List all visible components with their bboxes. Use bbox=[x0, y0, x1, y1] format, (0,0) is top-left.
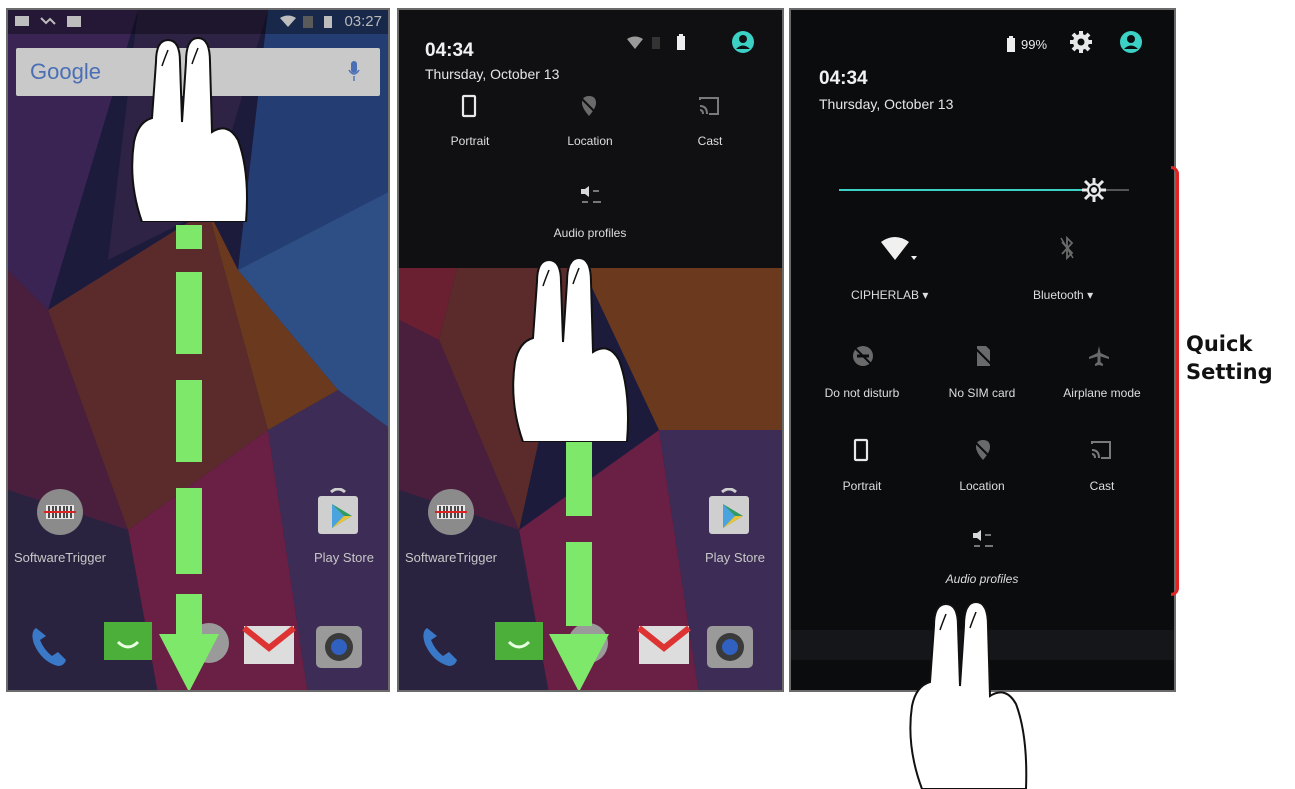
shade-date: Thursday, October 13 bbox=[425, 66, 560, 82]
wifi-icon bbox=[627, 36, 643, 49]
callout-line-1: Quick bbox=[1186, 332, 1253, 356]
phone-icon[interactable] bbox=[28, 622, 68, 670]
tile-label-cast: Cast bbox=[697, 134, 723, 148]
location-off-icon[interactable] bbox=[577, 94, 601, 118]
airplane-icon[interactable] bbox=[1087, 344, 1111, 368]
messaging-icon[interactable] bbox=[493, 620, 545, 666]
battery-icon bbox=[1007, 36, 1015, 52]
quick-setting-callout: Quick Setting bbox=[1186, 330, 1273, 386]
tile-label-portrait: Portrait bbox=[842, 479, 882, 493]
two-finger-swipe-hand-icon bbox=[512, 256, 629, 442]
cast-icon[interactable] bbox=[697, 94, 721, 118]
wifi-icon bbox=[280, 15, 296, 27]
wifi-network-label: CIPHERLAB bbox=[851, 288, 920, 302]
swipe-arrow-head bbox=[549, 634, 609, 690]
tile-label-location: Location bbox=[567, 134, 613, 148]
user-avatar-icon[interactable] bbox=[731, 30, 755, 54]
user-avatar-icon[interactable] bbox=[1119, 30, 1143, 54]
app-label-softwaretrigger: SoftwareTrigger bbox=[405, 550, 497, 565]
gmail-icon[interactable] bbox=[637, 624, 691, 666]
two-finger-swipe-hand-icon bbox=[131, 36, 248, 222]
location-off-icon[interactable] bbox=[971, 438, 995, 462]
callout-line-2: Setting bbox=[1186, 360, 1273, 384]
brightness-thumb-icon[interactable] bbox=[1082, 178, 1107, 202]
two-finger-swipe-hand-icon bbox=[909, 600, 1028, 789]
wifi-icon[interactable] bbox=[881, 236, 921, 262]
status-time: 03:27 bbox=[344, 13, 382, 30]
swipe-arrow-segment bbox=[176, 380, 202, 462]
phone-icon[interactable] bbox=[419, 622, 459, 670]
settings-gear-icon[interactable] bbox=[1069, 30, 1093, 54]
app-label-play-store: Play Store bbox=[314, 550, 374, 565]
bluetooth-dropdown[interactable]: Bluetooth ▾ bbox=[1033, 288, 1093, 302]
shade-time: 04:34 bbox=[425, 40, 474, 61]
app-label-play-store: Play Store bbox=[705, 550, 765, 565]
battery-percent: 99% bbox=[1021, 37, 1048, 52]
softwaretrigger-app[interactable] bbox=[427, 488, 475, 536]
swipe-arrow-segment bbox=[566, 542, 592, 626]
bluetooth-off-icon[interactable] bbox=[1059, 236, 1075, 260]
swipe-arrow-head bbox=[159, 634, 219, 690]
camera-icon[interactable] bbox=[705, 622, 755, 670]
home-screen-panel: 03:27 Google SoftwareTrigger Play Store bbox=[6, 8, 390, 692]
no-sim-icon bbox=[303, 16, 313, 28]
tile-label-do-not-disturb: Do not disturb bbox=[824, 386, 900, 400]
barcode-scanner-icon bbox=[428, 489, 474, 535]
portrait-icon[interactable] bbox=[457, 94, 481, 118]
wifi-network-dropdown[interactable]: CIPHERLAB ▾ bbox=[851, 288, 928, 302]
swipe-arrow-segment bbox=[176, 225, 202, 249]
messaging-icon[interactable] bbox=[102, 620, 154, 666]
swipe-arrow-segment bbox=[176, 488, 202, 574]
battery-icon bbox=[324, 16, 332, 28]
cast-icon[interactable] bbox=[1089, 438, 1113, 462]
chevron-down-icon: ▾ bbox=[922, 288, 929, 302]
missed-call-icon bbox=[40, 17, 56, 25]
notification-shade-panel: 04:34 Thursday, October 13 Portrait Loca… bbox=[397, 8, 784, 692]
audio-profiles-icon[interactable] bbox=[971, 530, 995, 554]
qs-time: 04:34 bbox=[819, 68, 868, 89]
play-store-icon bbox=[318, 487, 358, 534]
tile-label-airplane-mode: Airplane mode bbox=[1063, 386, 1141, 400]
softwaretrigger-app[interactable] bbox=[36, 488, 84, 536]
chevron-down-icon: ▾ bbox=[1087, 288, 1094, 302]
tile-label-portrait: Portrait bbox=[450, 134, 490, 148]
gmail-icon[interactable] bbox=[242, 624, 296, 666]
swipe-arrow-segment bbox=[566, 436, 592, 516]
message-notification-icon bbox=[15, 16, 29, 26]
qs-date: Thursday, October 13 bbox=[819, 96, 954, 112]
do-not-disturb-icon[interactable] bbox=[851, 344, 875, 368]
play-store-app[interactable] bbox=[705, 487, 753, 536]
swipe-arrow-segment bbox=[176, 594, 202, 638]
tile-label-location: Location bbox=[959, 479, 1005, 493]
image-notification-icon bbox=[67, 16, 81, 27]
battery-icon bbox=[677, 34, 685, 50]
portrait-icon[interactable] bbox=[849, 438, 873, 462]
app-label-softwaretrigger: SoftwareTrigger bbox=[14, 550, 106, 565]
google-logo: Google bbox=[30, 59, 101, 84]
quick-setting-bracket bbox=[1171, 166, 1179, 596]
audio-profiles-icon[interactable] bbox=[579, 186, 603, 210]
tile-label-cast: Cast bbox=[1089, 479, 1115, 493]
brightness-fill bbox=[839, 189, 1095, 191]
brightness-slider[interactable] bbox=[839, 178, 1129, 202]
tile-label-no-sim: No SIM card bbox=[948, 386, 1016, 400]
tile-label-audio-profiles: Audio profiles bbox=[945, 572, 1019, 586]
no-sim-icon bbox=[652, 37, 660, 49]
tile-label-audio-profiles: Audio profiles bbox=[553, 226, 627, 240]
camera-icon[interactable] bbox=[314, 622, 364, 670]
barcode-scanner-icon bbox=[37, 489, 83, 535]
no-sim-icon[interactable] bbox=[971, 344, 995, 368]
bluetooth-label: Bluetooth bbox=[1033, 288, 1084, 302]
play-store-app[interactable] bbox=[314, 487, 362, 536]
swipe-arrow-segment bbox=[176, 272, 202, 354]
play-store-icon bbox=[709, 487, 749, 534]
mic-icon[interactable] bbox=[348, 60, 360, 82]
